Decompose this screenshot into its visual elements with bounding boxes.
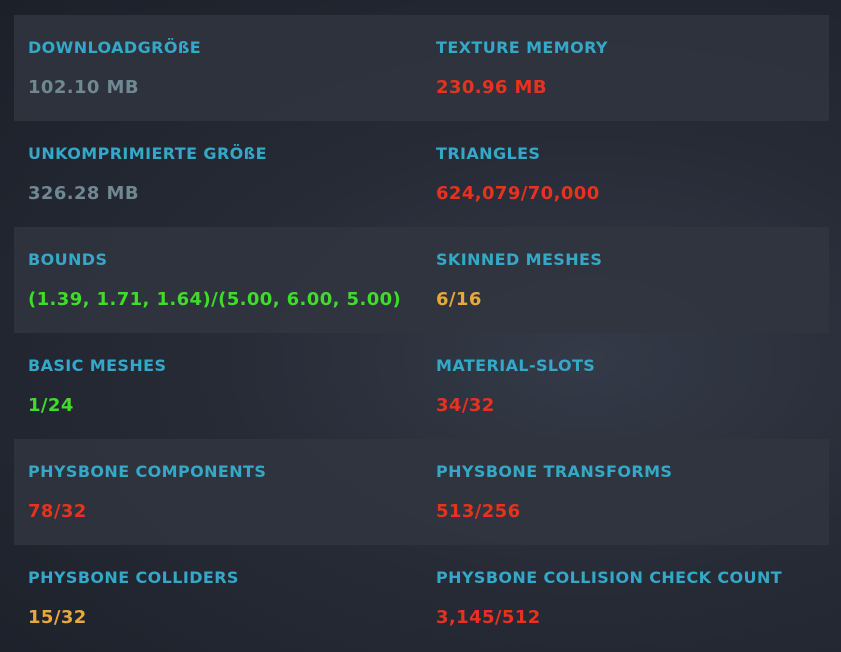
stats-row-uncompressed-size: UNKOMPRIMIERTE GRÖßE 326.28 MB TRIANGLES…: [14, 121, 829, 227]
stat-label: MATERIAL-SLOTS: [436, 356, 596, 375]
stat-value: 230.96 MB: [436, 77, 547, 98]
performance-stats-panel: DOWNLOADGRÖßE 102.10 MB TEXTURE MEMORY 2…: [14, 15, 829, 651]
stats-row-bounds: BOUNDS (1.39, 1.71, 1.64)/(5.00, 6.00, 5…: [14, 227, 829, 333]
stats-row-basic-meshes: BASIC MESHES 1/24 MATERIAL-SLOTS 34/32: [14, 333, 829, 439]
stats-row-physbone-components: PHYSBONE COMPONENTS 78/32 PHYSBONE TRANS…: [14, 439, 829, 545]
stat-physbone-transforms: PHYSBONE TRANSFORMS 513/256: [421, 439, 829, 545]
stats-row-download-size: DOWNLOADGRÖßE 102.10 MB TEXTURE MEMORY 2…: [14, 15, 829, 121]
stat-triangles: TRIANGLES 624,079/70,000: [421, 121, 829, 227]
stat-basic-meshes: BASIC MESHES 1/24: [14, 333, 421, 439]
stat-bounds: BOUNDS (1.39, 1.71, 1.64)/(5.00, 6.00, 5…: [14, 227, 421, 333]
stat-label: PHYSBONE COLLISION CHECK COUNT: [436, 568, 783, 587]
stat-download-size: DOWNLOADGRÖßE 102.10 MB: [14, 15, 421, 121]
stat-value: 102.10 MB: [28, 77, 139, 98]
stat-label: BOUNDS: [28, 250, 108, 269]
stat-material-slots: MATERIAL-SLOTS 34/32: [421, 333, 829, 439]
stat-label: BASIC MESHES: [28, 356, 167, 375]
stat-value: 3,145/512: [436, 607, 541, 628]
stat-value: 326.28 MB: [28, 183, 139, 204]
stat-label: TRIANGLES: [436, 144, 541, 163]
stat-label: TEXTURE MEMORY: [436, 38, 608, 57]
stats-row-physbone-colliders: PHYSBONE COLLIDERS 15/32 PHYSBONE COLLIS…: [14, 545, 829, 651]
stat-texture-memory: TEXTURE MEMORY 230.96 MB: [421, 15, 829, 121]
stat-label: DOWNLOADGRÖßE: [28, 38, 202, 57]
stat-skinned-meshes: SKINNED MESHES 6/16: [421, 227, 829, 333]
stat-uncompressed-size: UNKOMPRIMIERTE GRÖßE 326.28 MB: [14, 121, 421, 227]
stat-value: 6/16: [436, 289, 482, 310]
stat-value: 513/256: [436, 501, 521, 522]
stat-label: UNKOMPRIMIERTE GRÖßE: [28, 144, 267, 163]
stat-label: SKINNED MESHES: [436, 250, 603, 269]
stat-label: PHYSBONE TRANSFORMS: [436, 462, 673, 481]
stat-physbone-collision-check-count: PHYSBONE COLLISION CHECK COUNT 3,145/512: [421, 545, 829, 651]
stat-physbone-colliders: PHYSBONE COLLIDERS 15/32: [14, 545, 421, 651]
stat-value: 1/24: [28, 395, 74, 416]
stat-label: PHYSBONE COLLIDERS: [28, 568, 239, 587]
stat-label: PHYSBONE COMPONENTS: [28, 462, 267, 481]
stat-physbone-components: PHYSBONE COMPONENTS 78/32: [14, 439, 421, 545]
stat-value: (1.39, 1.71, 1.64)/(5.00, 6.00, 5.00): [28, 289, 402, 310]
stat-value: 78/32: [28, 501, 87, 522]
stat-value: 34/32: [436, 395, 495, 416]
stat-value: 624,079/70,000: [436, 183, 600, 204]
stat-value: 15/32: [28, 607, 87, 628]
